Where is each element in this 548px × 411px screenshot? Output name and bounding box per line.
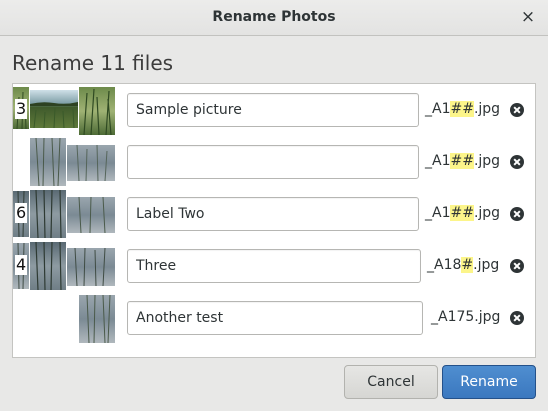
filename-input[interactable] (127, 197, 419, 231)
photo-thumbnail (79, 87, 115, 135)
photo-thumbnail (30, 190, 66, 238)
sequence-placeholder: ## (450, 153, 474, 169)
filename-suffix: _A1##.jpg (425, 101, 501, 117)
remove-row-icon[interactable] (510, 311, 524, 325)
photo-thumbnail (67, 248, 115, 286)
filename-input[interactable] (127, 93, 419, 127)
file-row: 6 _A1##.jpg (13, 188, 535, 240)
thumbnail-stack (13, 136, 121, 188)
thumbnail-stack: 6 (13, 188, 121, 240)
filename-input[interactable] (127, 145, 419, 179)
remove-row-icon[interactable] (510, 103, 524, 117)
sequence-placeholder: # (461, 257, 474, 273)
file-row: 4 _A18#.jpg (13, 240, 535, 292)
filename-suffix: _A18#.jpg (427, 257, 500, 273)
window-title: Rename Photos (212, 9, 336, 25)
file-row: _A1##.jpg (13, 136, 535, 188)
photo-thumbnail (79, 295, 115, 343)
file-row: _A175.jpg (13, 292, 535, 344)
file-row: 3 _A1##.jpg (13, 84, 535, 136)
sequence-placeholder: ## (450, 205, 474, 221)
filename-suffix: _A1##.jpg (425, 153, 501, 169)
photo-thumbnail (67, 145, 115, 181)
thumbnail-stack: 4 (13, 240, 121, 292)
title-bar: Rename Photos × (0, 0, 548, 36)
photo-thumbnail (67, 197, 115, 233)
dialog-heading: Rename 11 files (12, 51, 174, 75)
thumbnail-stack (13, 292, 121, 344)
file-list: 3 _A1##.jpg _A1##.jpg 6 _A1##.jpg (12, 83, 536, 358)
photo-thumbnail (30, 90, 78, 128)
filename-input[interactable] (127, 301, 423, 335)
photo-thumbnail (30, 138, 66, 186)
remove-row-icon[interactable] (510, 207, 524, 221)
file-count-badge: 4 (15, 255, 28, 275)
filename-suffix: _A175.jpg (431, 309, 501, 325)
close-icon[interactable]: × (520, 8, 536, 26)
remove-row-icon[interactable] (510, 155, 524, 169)
file-count-badge: 6 (15, 203, 28, 223)
cancel-button[interactable]: Cancel (344, 365, 438, 399)
file-count-badge: 3 (15, 99, 28, 119)
photo-thumbnail (30, 242, 66, 290)
thumbnail-stack: 3 (13, 84, 121, 136)
rename-button[interactable]: Rename (442, 365, 536, 399)
sequence-placeholder: ## (450, 101, 474, 117)
filename-suffix: _A1##.jpg (425, 205, 501, 221)
filename-input[interactable] (127, 249, 421, 283)
remove-row-icon[interactable] (510, 259, 524, 273)
